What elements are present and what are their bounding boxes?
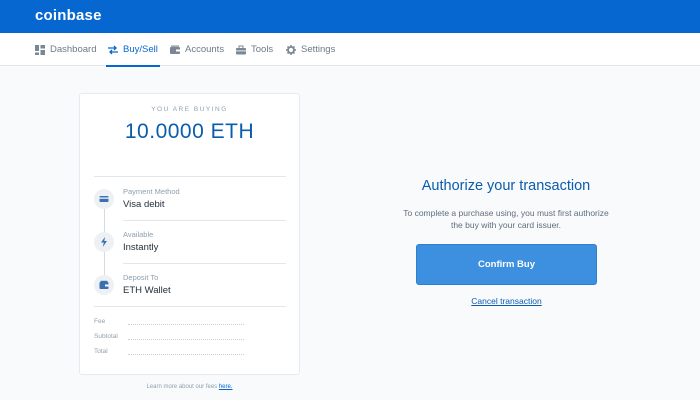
main-nav: Dashboard Buy/Sell Accounts Tools Settin… [0,33,700,67]
nav-accounts[interactable]: Accounts [170,33,224,66]
subtotal-value-line [128,339,244,340]
confirm-buy-button[interactable]: Confirm Buy [416,244,597,285]
nav-dashboard-label: Dashboard [50,44,97,55]
total-value-line [128,354,244,355]
buy-amount: 10.0000 ETH [124,120,255,143]
divider [123,220,286,221]
nav-tools-label: Tools [251,44,274,55]
nav-accounts-label: Accounts [185,44,225,55]
order-summary-card: YOU ARE BUYING 10.0000 ETH Payment Metho… [79,93,300,375]
swap-icon [108,45,118,55]
credit-card-icon [94,189,114,209]
subtotal-label: Subtotal [94,333,118,340]
fees-note: Learn more about our fees here. [79,384,300,390]
availability-value: Instantly [123,242,159,253]
lightning-icon [94,232,114,252]
nav-dashboard[interactable]: Dashboard [35,33,96,66]
nav-settings-label: Settings [301,44,336,55]
fee-value-line [128,324,244,325]
availability-label: Available [123,230,154,239]
fees-note-text: Learn more about our fees [146,384,218,390]
dashboard-icon [35,44,45,55]
nav-buy-sell-label: Buy/Sell [123,44,158,55]
accounts-icon [170,45,180,55]
nav-buy-sell[interactable]: Buy/Sell [106,33,160,67]
divider [94,176,286,177]
tools-icon [236,45,246,55]
fees-link[interactable]: here. [219,384,233,390]
nav-tools[interactable]: Tools [236,33,273,66]
authorize-title: Authorize your transaction [421,178,591,194]
deposit-to-value: ETH Wallet [123,285,171,296]
wallet-icon [94,275,114,295]
authorize-description: To complete a purchase using, you must f… [403,208,609,230]
divider [123,263,286,264]
payment-method-label: Payment Method [123,187,180,196]
fee-label: Fee [94,318,106,325]
top-bar: coinbase [0,0,700,33]
buying-label: YOU ARE BUYING [151,106,228,113]
deposit-to-label: Deposit To [123,273,159,282]
cancel-transaction-link[interactable]: Cancel transaction [416,296,597,306]
gear-icon [286,44,296,55]
divider [94,306,286,307]
coinbase-logo[interactable]: coinbase [35,7,102,24]
nav-settings[interactable]: Settings [286,33,335,66]
total-label: Total [94,348,108,355]
payment-method-value: Visa debit [123,199,165,210]
